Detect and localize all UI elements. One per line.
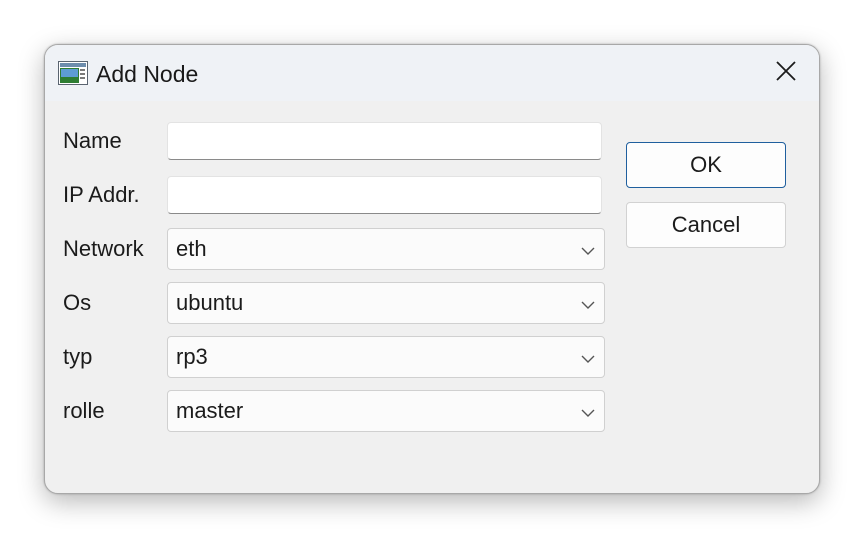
add-node-dialog: Add Node Name IP Addr. Network eth Os ub… [44, 44, 820, 494]
chevron-down-icon [581, 351, 595, 363]
ip-addr-label: IP Addr. [63, 182, 140, 207]
dialog-title: Add Node [96, 61, 199, 87]
cancel-button[interactable]: Cancel [626, 202, 786, 248]
close-button[interactable] [753, 45, 819, 101]
close-icon [775, 60, 797, 87]
rolle-select[interactable]: master [167, 390, 605, 432]
chevron-down-icon [581, 405, 595, 417]
chevron-down-icon [581, 243, 595, 255]
network-value: eth [176, 236, 207, 261]
ok-button[interactable]: OK [626, 142, 786, 188]
os-value: ubuntu [176, 290, 244, 315]
title-bar[interactable]: Add Node [45, 45, 819, 101]
name-label: Name [63, 128, 122, 153]
typ-label: typ [63, 344, 93, 369]
dialog-app-icon [58, 61, 88, 85]
name-input[interactable] [167, 122, 602, 160]
rolle-label: rolle [63, 398, 105, 423]
typ-value: rp3 [176, 344, 208, 369]
rolle-value: master [176, 398, 244, 423]
chevron-down-icon [581, 297, 595, 309]
typ-select[interactable]: rp3 [167, 336, 605, 378]
network-select[interactable]: eth [167, 228, 605, 270]
os-label: Os [63, 290, 92, 315]
ip-addr-input[interactable] [167, 176, 602, 214]
os-select[interactable]: ubuntu [167, 282, 605, 324]
network-label: Network [63, 236, 144, 261]
